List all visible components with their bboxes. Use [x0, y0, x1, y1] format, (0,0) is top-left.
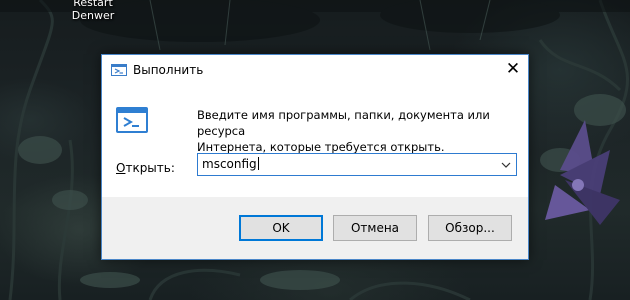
- dropdown-button[interactable]: [498, 155, 514, 174]
- text-caret: [257, 157, 259, 170]
- cancel-button[interactable]: Отмена: [333, 215, 417, 241]
- open-input-value: msconfig: [202, 157, 257, 171]
- dialog-body: Введите имя программы, папки, документа …: [102, 85, 528, 197]
- run-icon: [111, 64, 127, 76]
- dialog-description: Введите имя программы, папки, документа …: [197, 107, 522, 155]
- desktop-icon-label-line2: Denwer: [71, 9, 115, 22]
- description-line1: Введите имя программы, папки, документа …: [197, 108, 490, 138]
- dialog-title: Выполнить: [133, 63, 204, 77]
- desktop-icon-label-restart-denwer[interactable]: Restart Denwer: [64, 0, 122, 22]
- dialog-titlebar[interactable]: Выполнить ✕: [102, 55, 528, 85]
- run-dialog: Выполнить ✕ Введите имя программы, папки…: [101, 54, 529, 260]
- open-label-text: ткрыть:: [125, 161, 175, 175]
- ok-button[interactable]: OK: [239, 215, 323, 241]
- browse-button[interactable]: Обзор...: [428, 215, 512, 241]
- desktop: Restart Denwer Выполнить ✕ Введите имя п…: [0, 0, 630, 300]
- close-icon: ✕: [505, 58, 521, 79]
- chevron-down-icon: [501, 162, 511, 168]
- run-program-icon: [116, 107, 148, 133]
- desktop-icon-label-line1: Restart: [73, 0, 113, 9]
- dialog-footer: OK Отмена Обзор...: [102, 197, 528, 259]
- close-button[interactable]: ✕: [498, 55, 528, 83]
- open-label: Открыть:: [116, 161, 175, 175]
- open-combobox[interactable]: msconfig: [197, 153, 517, 176]
- open-input[interactable]: msconfig: [202, 157, 259, 171]
